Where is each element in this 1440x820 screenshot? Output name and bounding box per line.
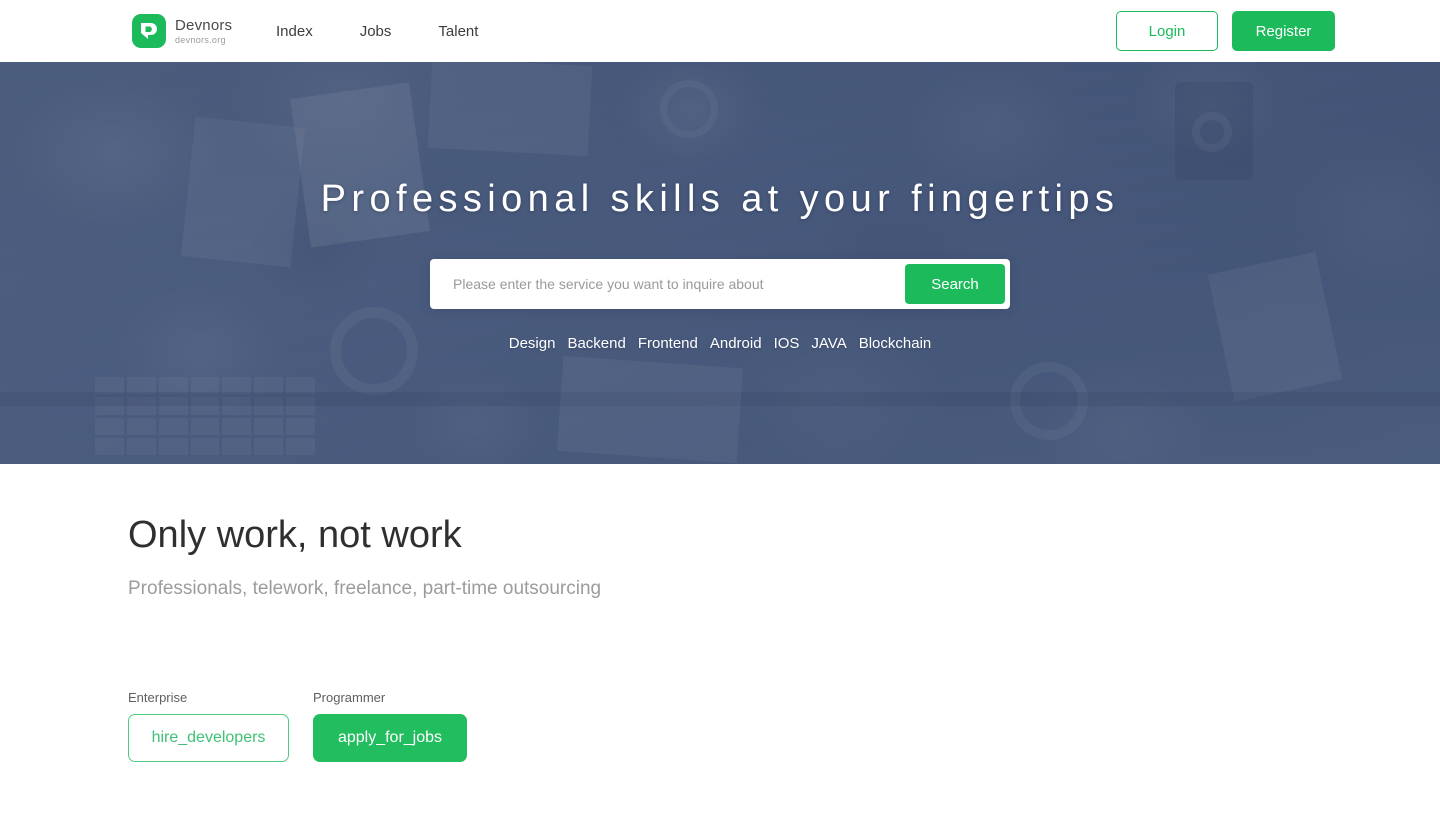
nav-item-jobs[interactable]: Jobs	[360, 23, 392, 40]
hero-title: Professional skills at your fingertips	[320, 178, 1120, 220]
apply-for-jobs-button[interactable]: apply_for_jobs	[313, 714, 467, 762]
tag-link-frontend[interactable]: Frontend	[638, 335, 698, 352]
devnors-logo-icon	[132, 14, 166, 48]
tag-link-android[interactable]: Android	[710, 335, 762, 352]
cta-programmer-label: Programmer	[313, 690, 386, 705]
landing-page: Devnors devnors.org Index Jobs Talent Lo…	[0, 0, 1440, 820]
hero-tag-links: Design Backend Frontend Android IOS JAVA…	[509, 335, 932, 352]
tag-link-design[interactable]: Design	[509, 335, 556, 352]
main-nav: Index Jobs Talent	[276, 0, 478, 62]
register-button[interactable]: Register	[1232, 11, 1335, 51]
hero-search-bar: Search	[430, 259, 1010, 309]
brand-text: Devnors devnors.org	[175, 18, 232, 45]
login-button[interactable]: Login	[1116, 11, 1218, 51]
tag-link-java[interactable]: JAVA	[811, 335, 846, 352]
tag-link-backend[interactable]: Backend	[567, 335, 625, 352]
feature-text-block: Only work, not work Professionals, telew…	[128, 514, 728, 600]
auth-actions: Login Register	[1116, 11, 1335, 51]
search-input[interactable]	[435, 264, 905, 304]
cta-enterprise: Enterprise hire_developers	[128, 690, 289, 762]
cta-programmer: Programmer apply_for_jobs	[313, 690, 467, 762]
feature-subtitle: Professionals, telework, freelance, part…	[128, 577, 602, 599]
brand-url: devnors.org	[175, 34, 226, 45]
brand-name: Devnors	[175, 16, 233, 34]
feature-title: Only work, not work	[128, 514, 462, 556]
hero-content: Professional skills at your fingertips S…	[0, 62, 1440, 464]
site-header: Devnors devnors.org Index Jobs Talent Lo…	[0, 0, 1440, 62]
hero-section: Professional skills at your fingertips S…	[0, 62, 1440, 464]
search-button[interactable]: Search	[905, 264, 1005, 304]
brand-logo[interactable]: Devnors devnors.org	[132, 14, 232, 48]
tag-link-blockchain[interactable]: Blockchain	[859, 335, 932, 352]
tag-link-ios[interactable]: IOS	[774, 335, 800, 352]
feature-section: Only work, not work Professionals, telew…	[0, 464, 1440, 820]
cta-row: Enterprise hire_developers Programmer ap…	[128, 690, 467, 762]
nav-item-index[interactable]: Index	[276, 23, 313, 40]
hire-developers-button[interactable]: hire_developers	[128, 714, 289, 762]
cta-enterprise-label: Enterprise	[128, 690, 188, 705]
nav-item-talent[interactable]: Talent	[438, 23, 478, 40]
